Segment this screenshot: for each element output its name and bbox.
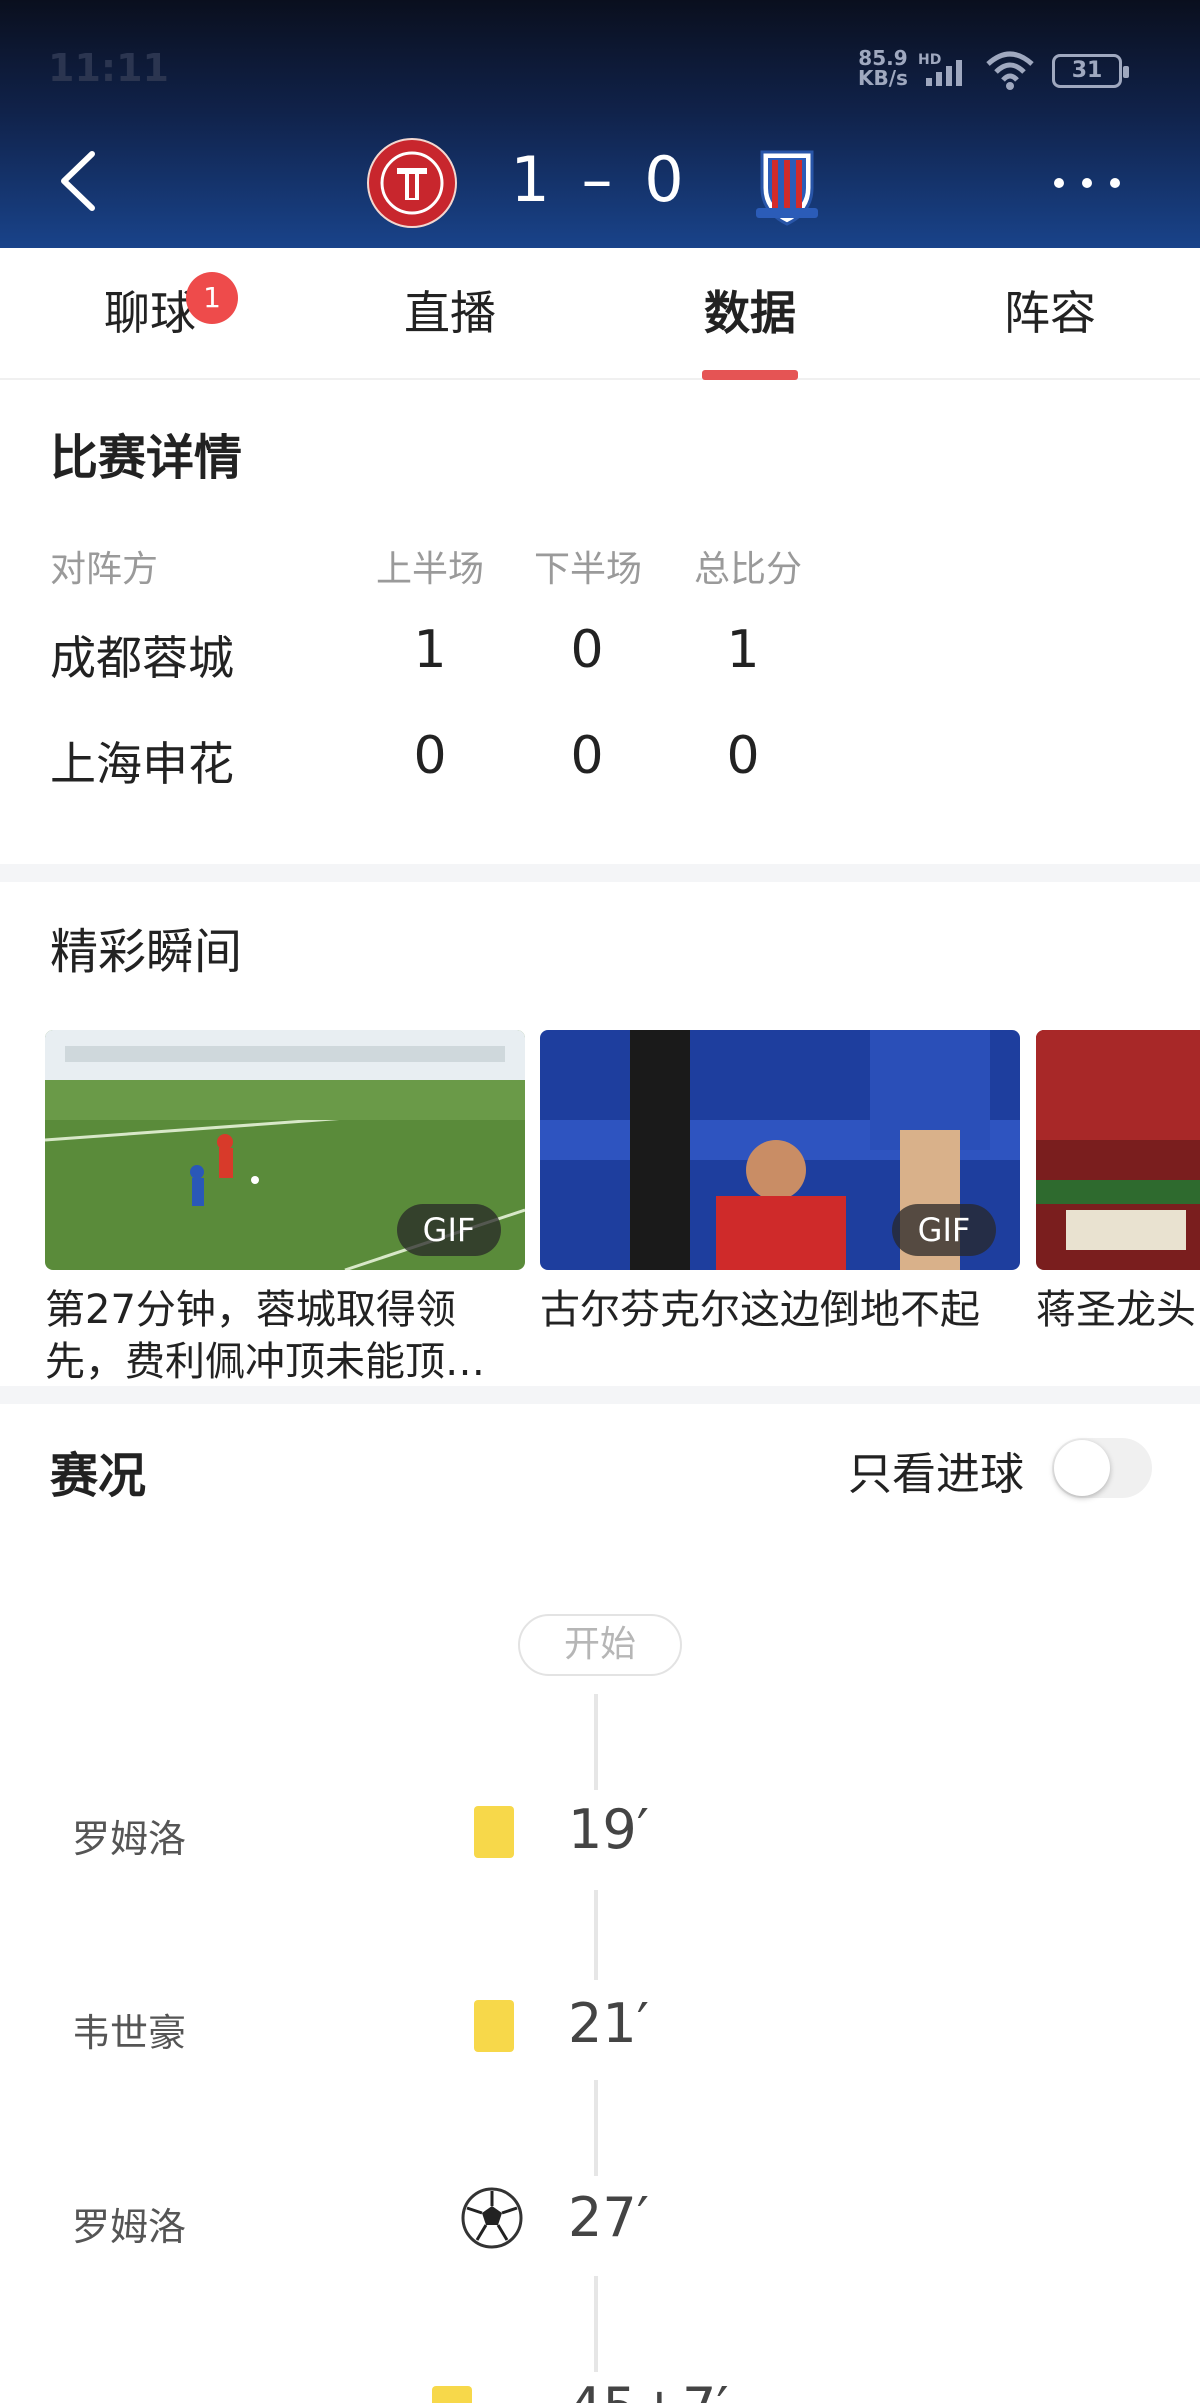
event-player: 韦世豪 — [72, 2011, 187, 2055]
status-time: 11:11 — [48, 46, 169, 90]
tab-bar: 聊球 1 直播 数据 阵容 — [0, 248, 1200, 380]
details-header-second-half: 下半场 — [534, 549, 643, 590]
section-divider — [0, 1386, 1200, 1404]
details-row-total: 0 — [726, 726, 760, 786]
highlight-card[interactable]: 蒋圣龙头 — [1036, 1030, 1200, 1360]
yellow-card-icon — [474, 2000, 514, 2052]
more-dot-icon — [1082, 178, 1092, 188]
yellow-card-icon — [432, 2386, 472, 2403]
tab-data[interactable]: 数据 — [600, 248, 900, 380]
away-team-logo[interactable] — [742, 138, 832, 228]
highlight-caption: 蒋圣龙头 — [1036, 1287, 1196, 1333]
details-title: 比赛详情 — [50, 430, 243, 486]
details-row-second-half: 0 — [570, 726, 604, 786]
timeline-line — [594, 2276, 598, 2372]
details-row-first-half: 0 — [413, 726, 447, 786]
away-score: 0 — [644, 143, 690, 216]
tab-chat-badge: 1 — [186, 272, 238, 324]
back-button[interactable] — [52, 146, 112, 216]
gif-badge: GIF — [397, 1204, 501, 1256]
match-score: 1 – 0 — [510, 140, 690, 220]
details-row-team: 上海申花 — [50, 737, 234, 791]
toggle-knob — [1054, 1440, 1110, 1496]
battery-level: 31 — [1071, 58, 1103, 83]
details-row-first-half: 1 — [413, 620, 447, 680]
event-player: 罗姆洛 — [72, 2205, 187, 2249]
section-divider — [0, 864, 1200, 882]
events-title: 赛况 — [50, 1448, 147, 1504]
highlight-caption: 古尔芬克尔这边倒地不起 — [540, 1287, 980, 1333]
details-header-first-half: 上半场 — [376, 549, 485, 590]
network-speed-unit: KB/s — [858, 66, 908, 90]
details-header-total: 总比分 — [694, 549, 803, 590]
home-score: 1 — [510, 143, 556, 216]
wifi-icon — [986, 51, 1034, 90]
details-row-total: 1 — [726, 620, 760, 680]
tab-active-indicator — [702, 370, 798, 380]
goals-only-label: 只看进球 — [848, 1449, 1024, 1500]
details-header-team: 对阵方 — [50, 549, 159, 590]
score-separator: – — [581, 143, 619, 216]
details-row-team: 成都蓉城 — [50, 631, 234, 685]
event-player: 罗姆洛 — [72, 1817, 187, 1861]
timeline-line — [594, 2080, 598, 2176]
goals-only-toggle[interactable] — [1052, 1438, 1152, 1498]
network-speed-value: 85.9 — [858, 46, 908, 70]
event-minute: 45+7′ — [562, 2376, 735, 2403]
event-minute: 19′ — [562, 1798, 655, 1861]
battery-icon: 31 — [1052, 54, 1129, 88]
event-minute: 27′ — [562, 2186, 655, 2249]
more-options-button[interactable] — [1054, 170, 1120, 194]
signal-icon — [926, 60, 962, 86]
timeline-line — [594, 1890, 598, 1980]
match-header: 11:11 85.9 KB/s HD 31 1 – 0 — [0, 0, 1200, 248]
goal-icon — [461, 2187, 523, 2249]
more-dot-icon — [1054, 178, 1064, 188]
timeline-start: 开始 — [518, 1614, 682, 1676]
highlight-thumbnail — [1036, 1030, 1200, 1270]
tab-live[interactable]: 直播 — [300, 248, 600, 380]
highlight-caption: 第27分钟，蓉城取得领先，费利佩冲顶未能顶… — [45, 1287, 485, 1385]
yellow-card-icon — [474, 1806, 514, 1858]
event-minute: 21′ — [562, 1992, 655, 2055]
more-dot-icon — [1110, 178, 1120, 188]
network-speed: 85.9 KB/s — [858, 48, 908, 88]
details-row-second-half: 0 — [570, 620, 604, 680]
tab-lineup[interactable]: 阵容 — [900, 248, 1200, 380]
home-team-logo[interactable] — [367, 138, 457, 228]
timeline-line — [594, 1694, 598, 1790]
highlights-title: 精彩瞬间 — [50, 924, 243, 980]
status-bar: 11:11 85.9 KB/s HD 31 — [0, 0, 1200, 140]
gif-badge: GIF — [892, 1204, 996, 1256]
tab-chat[interactable]: 聊球 — [0, 248, 300, 380]
